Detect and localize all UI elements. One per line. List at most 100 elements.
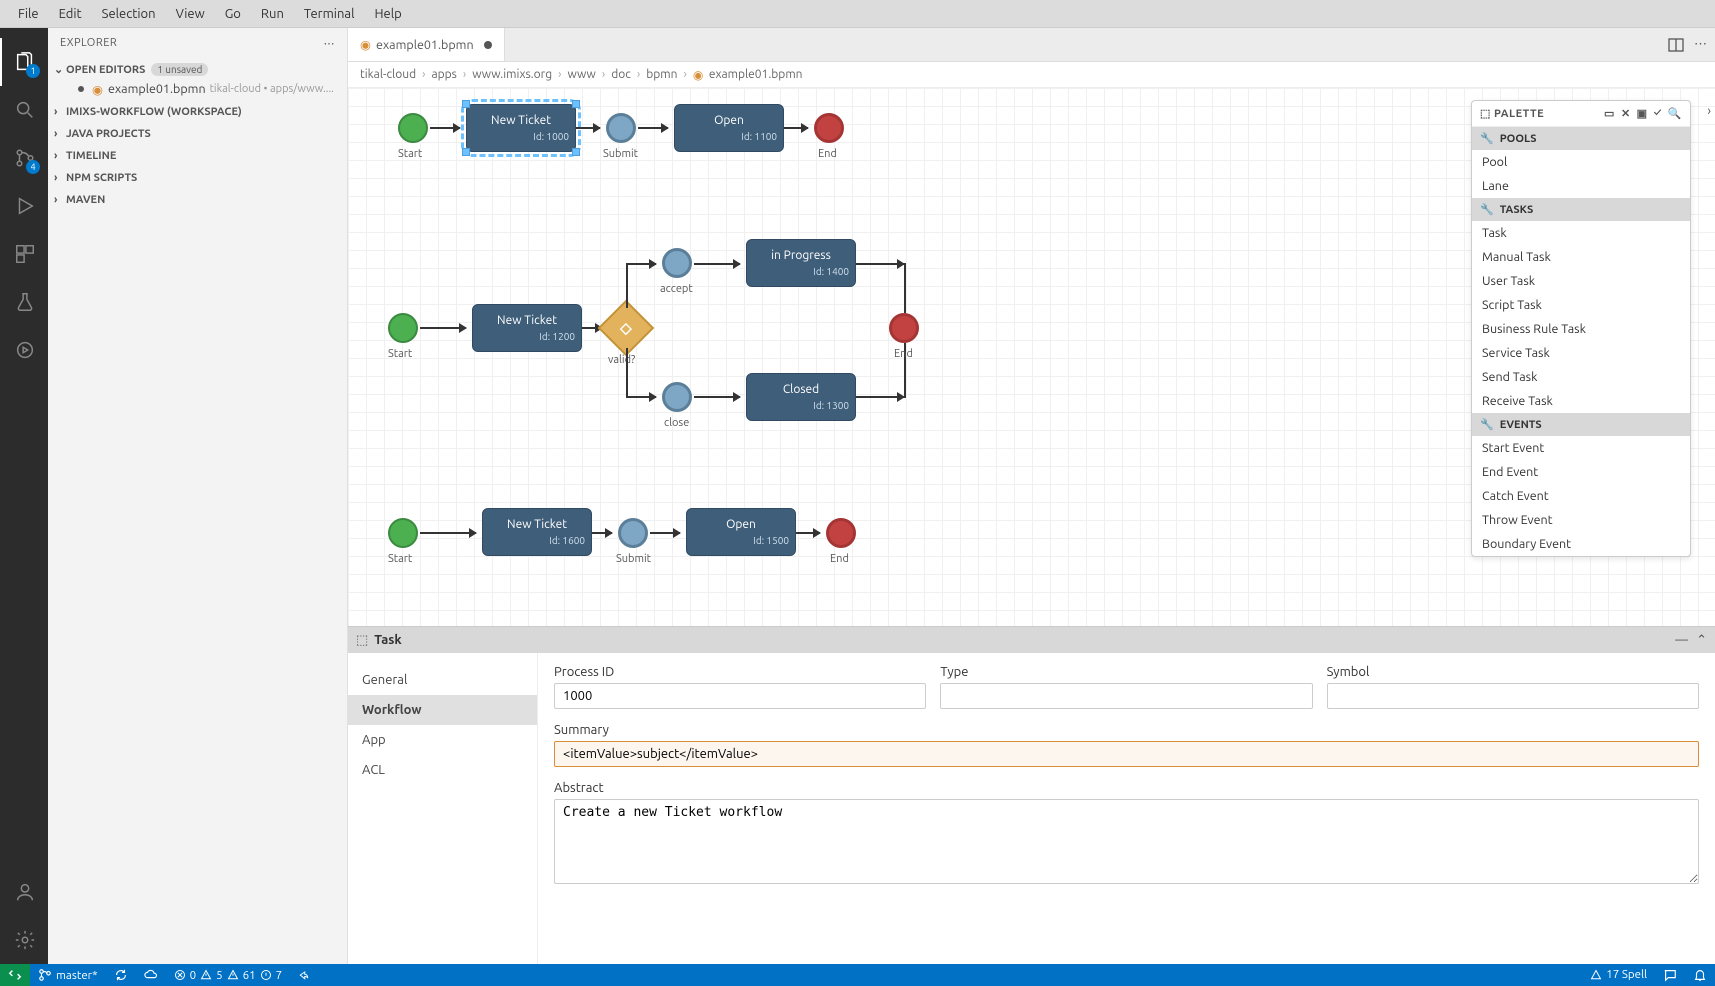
abstract-textarea[interactable] — [554, 799, 1699, 884]
palette-tool-select-icon[interactable]: ▭ — [1604, 107, 1615, 120]
activity-extensions-icon[interactable] — [0, 230, 48, 278]
flow2-task-inprogress[interactable]: in Progress Id: 1400 — [746, 239, 856, 287]
split-editor-icon[interactable] — [1668, 37, 1684, 53]
sync-icon[interactable] — [106, 964, 136, 986]
palette-item-end-event[interactable]: End Event — [1472, 460, 1690, 484]
minimize-icon[interactable]: — — [1675, 633, 1688, 648]
bpmn-diagram[interactable]: Start New Ticket Id: 1000 Submit Open Id… — [348, 88, 1715, 626]
palette-tool-lasso-icon[interactable]: ▣ — [1637, 107, 1648, 120]
crumb-3[interactable]: www — [567, 68, 595, 81]
flow1-task-new-ticket[interactable]: New Ticket Id: 1000 — [466, 104, 576, 152]
palette-item-business-rule-task[interactable]: Business Rule Task — [1472, 317, 1690, 341]
problems-indicator[interactable]: 0 5 61 7 — [166, 964, 290, 986]
section-workspace[interactable]: ›IMIXS-WORKFLOW (WORKSPACE) — [48, 103, 347, 121]
properties-tabs: General Workflow App ACL — [348, 653, 538, 964]
notifications-icon[interactable] — [1685, 968, 1715, 982]
palette-item-service-task[interactable]: Service Task — [1472, 341, 1690, 365]
palette-section-pools[interactable]: 🔧POOLS — [1472, 127, 1690, 150]
palette-item-start-event[interactable]: Start Event — [1472, 436, 1690, 460]
more-actions-icon[interactable]: ⋯ — [1694, 37, 1707, 52]
section-npm-scripts[interactable]: ›NPM SCRIPTS — [48, 169, 347, 187]
activity-search-icon[interactable] — [0, 86, 48, 134]
palette-item-script-task[interactable]: Script Task — [1472, 293, 1690, 317]
palette-item-catch-event[interactable]: Catch Event — [1472, 484, 1690, 508]
live-share-icon[interactable] — [290, 964, 318, 986]
process-id-input[interactable] — [554, 683, 926, 709]
menu-edit[interactable]: Edit — [49, 3, 92, 25]
menu-help[interactable]: Help — [364, 3, 411, 25]
menu-run[interactable]: Run — [251, 3, 294, 25]
flow2-start-event[interactable] — [388, 313, 418, 343]
activity-account-icon[interactable] — [0, 868, 48, 916]
feedback-icon[interactable] — [1655, 968, 1685, 982]
flow3-task-new-ticket[interactable]: New Ticket Id: 1600 — [482, 508, 592, 556]
more-icon[interactable]: ⋯ — [324, 37, 336, 50]
menu-view[interactable]: View — [166, 3, 215, 25]
flow1-end-event[interactable] — [814, 113, 844, 143]
breadcrumb[interactable]: tikal-cloud› apps› www.imixs.org› www› d… — [348, 62, 1715, 88]
props-tab-app[interactable]: App — [348, 725, 537, 755]
section-open-editors[interactable]: ⌄ OPEN EDITORS 1 unsaved — [48, 60, 347, 79]
props-tab-workflow[interactable]: Workflow — [348, 695, 537, 725]
flow2-accept-event[interactable] — [662, 248, 692, 278]
palette-item-manual-task[interactable]: Manual Task — [1472, 245, 1690, 269]
remote-indicator[interactable] — [0, 964, 30, 986]
flow2-task-closed[interactable]: Closed Id: 1300 — [746, 373, 856, 421]
activity-circle-icon[interactable] — [0, 326, 48, 374]
palette-item-throw-event[interactable]: Throw Event — [1472, 508, 1690, 532]
flow1-task-open[interactable]: Open Id: 1100 — [674, 104, 784, 152]
menu-selection[interactable]: Selection — [92, 3, 166, 25]
menu-go[interactable]: Go — [215, 3, 251, 25]
type-input[interactable] — [940, 683, 1312, 709]
flow1-submit-event[interactable] — [606, 113, 636, 143]
palette-tool-search-icon[interactable]: 🔍 — [1668, 107, 1682, 120]
git-branch[interactable]: master* — [30, 964, 106, 986]
crumb-6[interactable]: example01.bpmn — [709, 68, 803, 81]
flow1-start-event[interactable] — [398, 113, 428, 143]
crumb-0[interactable]: tikal-cloud — [360, 68, 416, 81]
palette-item-pool[interactable]: Pool — [1472, 150, 1690, 174]
flow3-submit-event[interactable] — [618, 518, 648, 548]
tab-example01[interactable]: ◉ example01.bpmn — [348, 28, 505, 61]
flow3-start-event[interactable] — [388, 518, 418, 548]
symbol-input[interactable] — [1327, 683, 1699, 709]
open-editor-file[interactable]: ◉ example01.bpmn tikal-cloud • apps/www.… — [48, 79, 347, 99]
props-tab-acl[interactable]: ACL — [348, 755, 537, 785]
flow2-end-event[interactable] — [889, 313, 919, 343]
flow3-end-event[interactable] — [826, 518, 856, 548]
palette-tool-delete-icon[interactable]: ✕ — [1621, 107, 1631, 120]
summary-input[interactable] — [554, 741, 1699, 767]
palette-item-user-task[interactable]: User Task — [1472, 269, 1690, 293]
palette-section-events[interactable]: 🔧EVENTS — [1472, 413, 1690, 436]
cloud-icon[interactable] — [136, 964, 166, 986]
palette-item-lane[interactable]: Lane — [1472, 174, 1690, 198]
menu-file[interactable]: File — [8, 3, 49, 25]
crumb-4[interactable]: doc — [611, 68, 631, 81]
menu-terminal[interactable]: Terminal — [294, 3, 365, 25]
palette-item-task[interactable]: Task — [1472, 221, 1690, 245]
crumb-1[interactable]: apps — [431, 68, 456, 81]
section-java-projects[interactable]: ›JAVA PROJECTS — [48, 125, 347, 143]
palette-next-icon[interactable]: › — [1707, 104, 1711, 118]
spell-check[interactable]: 17 Spell — [1582, 968, 1655, 981]
palette-item-boundary-event[interactable]: Boundary Event — [1472, 532, 1690, 556]
crumb-2[interactable]: www.imixs.org — [472, 68, 552, 81]
activity-source-control-icon[interactable]: 4 — [0, 134, 48, 182]
section-maven[interactable]: ›MAVEN — [48, 191, 347, 209]
activity-flask-icon[interactable] — [0, 278, 48, 326]
flow2-task-new-ticket[interactable]: New Ticket Id: 1200 — [472, 304, 582, 352]
palette-item-send-task[interactable]: Send Task — [1472, 365, 1690, 389]
palette-tool-check-icon[interactable]: ✓ — [1654, 107, 1662, 120]
task-label: New Ticket — [497, 314, 557, 327]
flow3-task-open[interactable]: Open Id: 1500 — [686, 508, 796, 556]
expand-icon[interactable]: ⌃ — [1696, 633, 1707, 648]
props-tab-general[interactable]: General — [348, 665, 537, 695]
flow2-close-event[interactable] — [662, 382, 692, 412]
activity-debug-icon[interactable] — [0, 182, 48, 230]
palette-item-receive-task[interactable]: Receive Task — [1472, 389, 1690, 413]
activity-explorer-icon[interactable]: 1 — [0, 38, 48, 86]
section-timeline[interactable]: ›TIMELINE — [48, 147, 347, 165]
crumb-5[interactable]: bpmn — [646, 68, 677, 81]
palette-section-tasks[interactable]: 🔧TASKS — [1472, 198, 1690, 221]
activity-settings-icon[interactable] — [0, 916, 48, 964]
